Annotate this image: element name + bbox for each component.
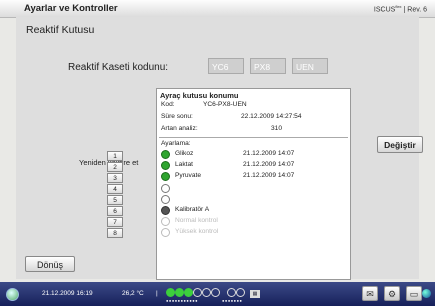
slot-6-name: Kalibratör A (175, 206, 210, 213)
status-screen-icon: ▦ (250, 290, 260, 298)
status-bar: 21.12.2009 16:19 26,2 °C | ●●●●●●●●●●● ●… (0, 282, 435, 306)
slot-1-time: 21.12.2009 14:07 (243, 150, 295, 157)
kit-code-label: Reaktif Kaseti kodunu: (68, 62, 169, 73)
status-slot-1-icon (166, 288, 175, 297)
slot-3-ok-icon (161, 172, 170, 181)
recalibrate-button-5[interactable]: 5 (107, 195, 123, 205)
slot-8-faint-icon (161, 228, 170, 237)
kit-code-field-3[interactable]: UEN (292, 58, 328, 74)
slot-4-empty-icon (161, 184, 170, 193)
slot-2-name: Laktat (175, 161, 193, 168)
screen-button[interactable]: ▭ (406, 286, 422, 301)
reagent-position-panel: Ayraç kutusu konumu Kod: YC6-PX8-UEN Sür… (156, 88, 351, 280)
back-button[interactable]: Dönüş (25, 256, 75, 272)
status-dots-left: ●●●●●●●●●●● (166, 298, 199, 303)
status-slot-6-icon (211, 288, 220, 297)
main-panel: Reaktif Kutusu Reaktif Kaseti kodunu: YC… (16, 17, 419, 280)
recalibrate-button-2[interactable]: 2 (107, 162, 123, 172)
status-control-2-icon (236, 288, 245, 297)
recalibrate-button-1[interactable]: 1 (107, 151, 123, 161)
status-temperature: 26,2 °C (122, 290, 144, 297)
recalibrate-button-4[interactable]: 4 (107, 184, 123, 194)
brand-logo: ISCUSflex | Rev. 6 (373, 4, 427, 14)
slot-1-name: Glikoz (175, 150, 194, 157)
slot-1-ok-icon (161, 150, 170, 159)
status-slot-2-icon (175, 288, 184, 297)
slot-3-time: 21.12.2009 14:07 (243, 172, 295, 179)
slot-5-empty-icon (161, 195, 170, 204)
status-slot-5-icon (202, 288, 211, 297)
power-icon[interactable] (6, 288, 19, 301)
recalibrate-button-7[interactable]: 7 (107, 217, 123, 227)
globe-icon (422, 289, 431, 298)
recalibrate-button-8[interactable]: 8 (107, 228, 123, 238)
status-control-1-icon (227, 288, 236, 297)
kit-code-field-1[interactable]: YC6 (208, 58, 244, 74)
settings-button[interactable]: ⚙ (384, 286, 400, 301)
page-title: Reaktif Kutusu (26, 24, 95, 36)
recalibrate-button-3[interactable]: 3 (107, 173, 123, 183)
divider (159, 137, 348, 138)
status-datetime: 21.12.2009 16:19 (42, 290, 93, 297)
kod-label: Kod: (161, 101, 175, 108)
kit-code-field-2[interactable]: PX8 (250, 58, 286, 74)
slot-7-faint-icon (161, 217, 170, 226)
expiry-label: Süre sonu: (161, 113, 193, 120)
remaining-value: 310 (271, 125, 283, 132)
slot-6-calibrator-icon (161, 206, 170, 215)
panel-header: Ayraç kutusu konumu (160, 91, 239, 100)
remaining-label: Artan analiz: (161, 125, 198, 132)
expiry-value: 22.12.2009 14:27:54 (241, 113, 302, 120)
settings-label: Ayarlama: (161, 140, 191, 147)
change-button[interactable]: Değiştir (377, 136, 423, 153)
title-bar: Ayarlar ve Kontroller ISCUSflex | Rev. 6 (0, 0, 435, 18)
slot-2-time: 21.12.2009 14:07 (243, 161, 295, 168)
window-title: Ayarlar ve Kontroller (24, 3, 118, 14)
status-separator: | (156, 290, 158, 297)
slot-7-name: Normal kontrol (175, 217, 218, 224)
status-dots-right: ●●●●●●● (222, 298, 243, 303)
slot-3-name: Pyruvate (175, 172, 202, 179)
slot-8-name: Yüksek kontrol (175, 228, 219, 235)
kod-value: YC6-PX8-UEN (203, 101, 247, 108)
slot-2-ok-icon (161, 161, 170, 170)
status-slot-3-icon (184, 288, 193, 297)
printer-button[interactable]: ✉ (362, 286, 378, 301)
recalibrate-button-6[interactable]: 6 (107, 206, 123, 216)
status-slot-4-icon (193, 288, 202, 297)
